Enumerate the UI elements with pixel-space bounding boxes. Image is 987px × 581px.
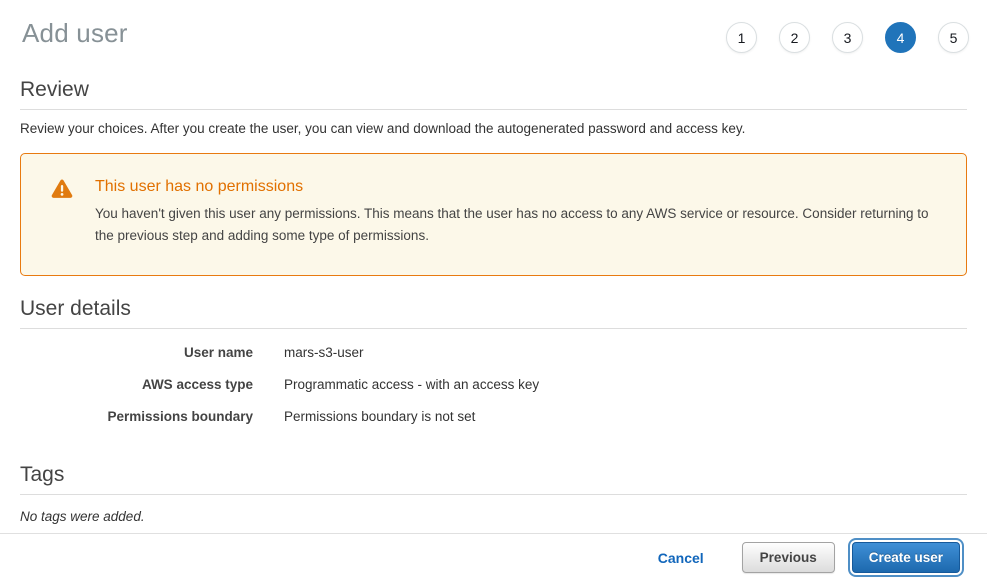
step-2-indicator[interactable]: 2 bbox=[779, 22, 810, 53]
wizard-step-indicator: 1 2 3 4 5 bbox=[726, 22, 969, 53]
warning-text: This user has no permissions You haven't… bbox=[95, 178, 936, 247]
review-description: Review your choices. After you create th… bbox=[20, 121, 967, 136]
wizard-header: Add user 1 2 3 4 5 bbox=[0, 0, 987, 53]
user-name-value: mars-s3-user bbox=[284, 345, 364, 360]
review-heading: Review bbox=[20, 78, 967, 102]
page-title: Add user bbox=[22, 18, 128, 49]
section-divider bbox=[20, 494, 967, 495]
table-row-user-name: User name mars-s3-user bbox=[20, 345, 967, 360]
cancel-button[interactable]: Cancel bbox=[658, 550, 704, 566]
section-divider bbox=[20, 328, 967, 329]
wizard-content: Review Review your choices. After you cr… bbox=[0, 78, 987, 524]
tags-empty-message: No tags were added. bbox=[20, 509, 967, 524]
warning-title: This user has no permissions bbox=[95, 178, 936, 196]
warning-triangle-icon bbox=[51, 179, 73, 199]
user-details-heading: User details bbox=[20, 297, 967, 321]
create-user-button[interactable]: Create user bbox=[852, 542, 960, 573]
access-type-value: Programmatic access - with an access key bbox=[284, 377, 539, 392]
previous-button[interactable]: Previous bbox=[742, 542, 835, 573]
step-4-indicator[interactable]: 4 bbox=[885, 22, 916, 53]
add-user-wizard-page: Add user 1 2 3 4 5 Review Review your ch… bbox=[0, 0, 987, 581]
tags-section: Tags No tags were added. bbox=[20, 463, 967, 524]
table-row-permissions-boundary: Permissions boundary Permissions boundar… bbox=[20, 409, 967, 424]
review-section: Review Review your choices. After you cr… bbox=[20, 78, 967, 136]
warning-body: You haven't given this user any permissi… bbox=[95, 203, 936, 247]
wizard-footer: Cancel Previous Create user bbox=[0, 533, 987, 581]
tags-heading: Tags bbox=[20, 463, 967, 487]
user-details-section: User details User name mars-s3-user AWS … bbox=[20, 297, 967, 424]
step-5-indicator[interactable]: 5 bbox=[938, 22, 969, 53]
permissions-boundary-value: Permissions boundary is not set bbox=[284, 409, 475, 424]
step-1-indicator[interactable]: 1 bbox=[726, 22, 757, 53]
section-divider bbox=[20, 109, 967, 110]
no-permissions-warning: This user has no permissions You haven't… bbox=[20, 153, 967, 276]
step-3-indicator[interactable]: 3 bbox=[832, 22, 863, 53]
user-details-table: User name mars-s3-user AWS access type P… bbox=[20, 345, 967, 424]
permissions-boundary-label: Permissions boundary bbox=[20, 409, 253, 424]
access-type-label: AWS access type bbox=[20, 377, 253, 392]
user-name-label: User name bbox=[20, 345, 253, 360]
table-row-access-type: AWS access type Programmatic access - wi… bbox=[20, 377, 967, 392]
